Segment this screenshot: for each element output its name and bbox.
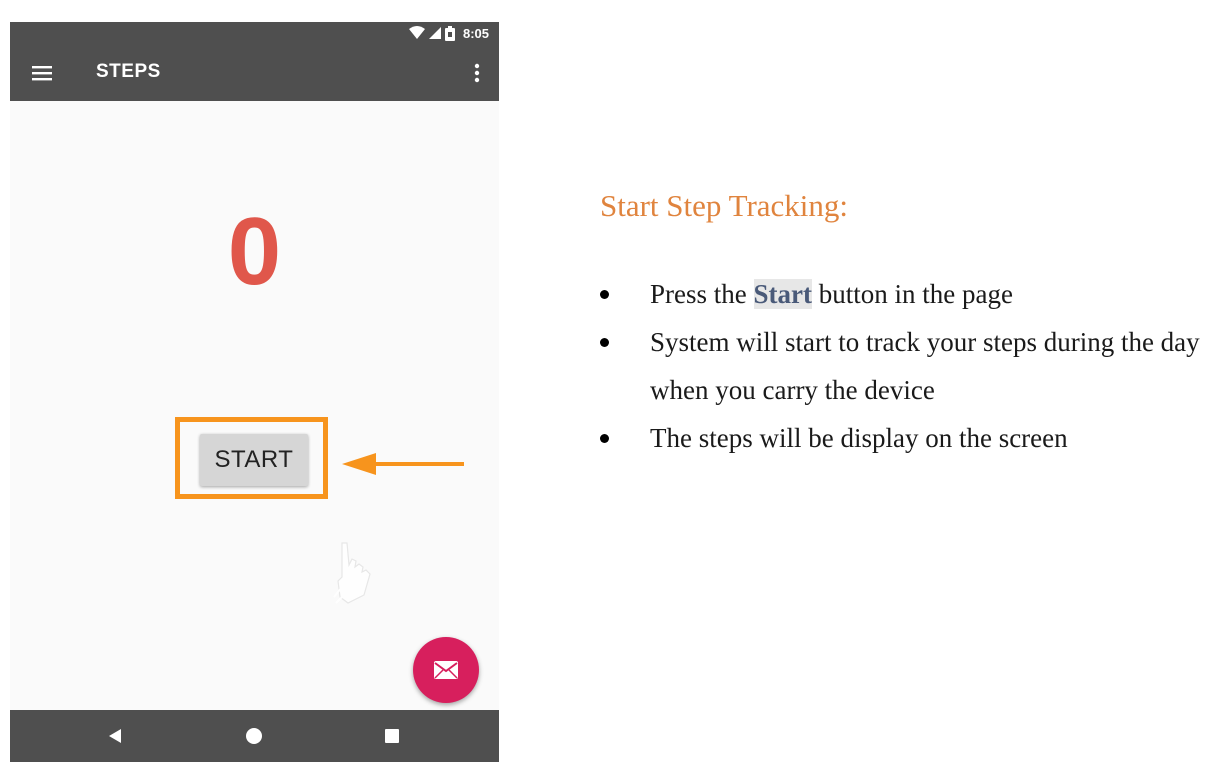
status-bar: 8:05 — [10, 22, 499, 44]
step-count: 0 — [227, 198, 282, 305]
signal-icon — [428, 27, 441, 39]
home-icon — [246, 728, 262, 744]
list-item: Press the Start button in the page — [600, 270, 1200, 318]
list-item: System will start to track your steps du… — [600, 318, 1208, 414]
mail-icon — [434, 661, 458, 679]
item-text: System will start to track your steps du… — [650, 327, 1200, 405]
app-title: STEPS — [96, 61, 161, 82]
item-text-after: button in the page — [811, 279, 1013, 309]
battery-icon — [444, 25, 455, 41]
recents-icon — [385, 729, 399, 743]
overflow-menu-icon[interactable] — [473, 62, 481, 84]
status-icons: 8:05 — [408, 25, 489, 41]
arrow-pointer — [342, 453, 464, 475]
start-button[interactable]: START — [200, 434, 308, 486]
item-text-before: Press the — [650, 279, 754, 309]
bullet — [600, 338, 609, 347]
menu-icon[interactable] — [32, 63, 52, 83]
fab-mail-button[interactable] — [413, 637, 479, 703]
bullet — [600, 290, 609, 299]
nav-recents-button[interactable] — [380, 724, 404, 748]
phone-screen: 8:05 STEPS 0 START — [10, 22, 499, 762]
nav-bar — [10, 710, 499, 762]
wifi-icon — [408, 26, 425, 39]
highlight-word: Start — [753, 279, 812, 309]
bullet — [600, 434, 609, 443]
list-item: The steps will be display on the screen — [600, 414, 1200, 462]
back-icon — [109, 729, 121, 743]
status-time: 8:05 — [462, 25, 489, 41]
item-text: The steps will be display on the screen — [650, 423, 1068, 453]
instructions-title: Start Step Tracking: — [600, 188, 849, 223]
nav-back-button[interactable] — [103, 724, 127, 748]
touch-hand-icon — [333, 542, 371, 604]
nav-home-button[interactable] — [242, 724, 266, 748]
app-bar: STEPS — [10, 44, 499, 101]
instructions-list: Press the Start button in the page Syste… — [600, 270, 1200, 462]
